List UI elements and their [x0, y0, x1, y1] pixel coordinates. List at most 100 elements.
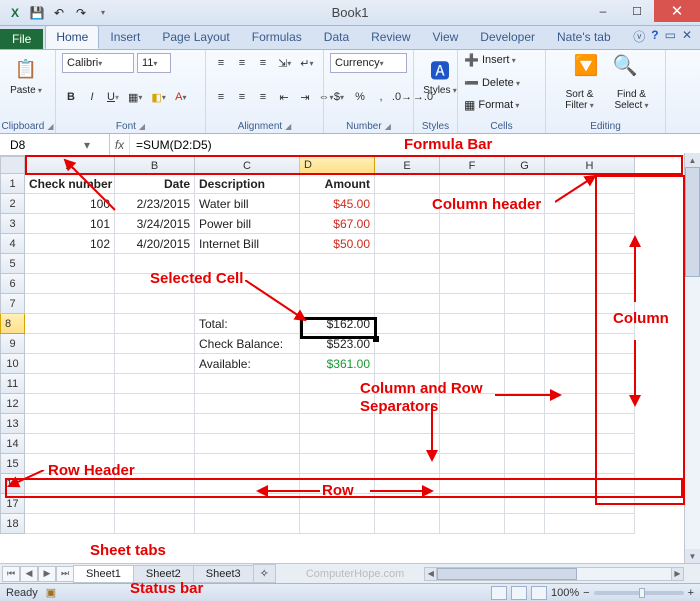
border-button[interactable]: ▦: [125, 87, 145, 107]
cell[interactable]: [505, 354, 545, 374]
cell[interactable]: [115, 274, 195, 294]
align-bottom-icon[interactable]: ≡: [254, 53, 272, 73]
cell[interactable]: [505, 334, 545, 354]
col-header-e[interactable]: E: [375, 156, 440, 174]
bold-button[interactable]: B: [62, 87, 80, 107]
cell[interactable]: $162.00: [300, 314, 375, 334]
cell[interactable]: [545, 494, 635, 514]
cell[interactable]: [195, 374, 300, 394]
cell[interactable]: [505, 174, 545, 194]
close-button[interactable]: [654, 0, 700, 22]
scroll-right-icon[interactable]: ▶: [671, 568, 683, 580]
cell[interactable]: [505, 234, 545, 254]
cell[interactable]: [25, 454, 115, 474]
cell[interactable]: [115, 454, 195, 474]
sheet-nav-last-icon[interactable]: ⏭: [56, 566, 74, 582]
col-header-h[interactable]: H: [545, 156, 635, 174]
percent-icon[interactable]: %: [351, 87, 369, 107]
zoom-out-icon[interactable]: −: [583, 587, 589, 599]
cell[interactable]: [115, 494, 195, 514]
comma-icon[interactable]: ,: [372, 87, 390, 107]
col-header-g[interactable]: G: [505, 156, 545, 174]
cell[interactable]: [505, 274, 545, 294]
fx-icon[interactable]: fx: [110, 134, 130, 155]
cell[interactable]: [375, 294, 440, 314]
row-header-14[interactable]: 14: [0, 434, 25, 454]
select-all-corner[interactable]: [0, 156, 25, 174]
cell[interactable]: [440, 474, 505, 494]
zoom-in-icon[interactable]: +: [688, 587, 694, 599]
sheet-tab-1[interactable]: Sheet1: [73, 565, 134, 583]
cell[interactable]: $361.00: [300, 354, 375, 374]
tab-data[interactable]: Data: [313, 25, 360, 49]
delete-cells-button[interactable]: Delete: [482, 77, 520, 89]
cell[interactable]: [545, 314, 635, 334]
row-header-6[interactable]: 6: [0, 274, 25, 294]
redo-icon[interactable]: ↷: [72, 4, 90, 22]
cell[interactable]: [505, 314, 545, 334]
cell[interactable]: $67.00: [300, 214, 375, 234]
cell[interactable]: [440, 454, 505, 474]
cell[interactable]: [375, 454, 440, 474]
cell[interactable]: [115, 314, 195, 334]
cell[interactable]: [440, 234, 505, 254]
save-icon[interactable]: 💾: [28, 4, 46, 22]
tab-developer[interactable]: Developer: [469, 25, 546, 49]
cell[interactable]: [505, 294, 545, 314]
cell[interactable]: [115, 254, 195, 274]
cell[interactable]: Power bill: [195, 214, 300, 234]
ribbon-restore-icon[interactable]: ▭: [665, 28, 676, 45]
cell[interactable]: Water bill: [195, 194, 300, 214]
view-layout-icon[interactable]: [511, 586, 527, 600]
cell[interactable]: [505, 494, 545, 514]
row-header-13[interactable]: 13: [0, 414, 25, 434]
font-name-select[interactable]: Calibri: [62, 53, 134, 73]
sort-filter-button[interactable]: Sort & Filter: [556, 89, 604, 111]
maximize-button[interactable]: [620, 0, 654, 22]
cell[interactable]: [545, 194, 635, 214]
fill-color-button[interactable]: ◧: [148, 87, 168, 107]
cell[interactable]: [440, 494, 505, 514]
cell[interactable]: [300, 374, 375, 394]
minimize-button[interactable]: [586, 0, 620, 22]
cell[interactable]: [25, 294, 115, 314]
increase-decimal-icon[interactable]: .0→: [393, 87, 411, 107]
cell[interactable]: 100: [25, 194, 115, 214]
cell[interactable]: [195, 254, 300, 274]
cell[interactable]: [195, 294, 300, 314]
align-middle-icon[interactable]: ≡: [233, 53, 251, 73]
minimize-ribbon-icon[interactable]: ⓥ: [633, 28, 645, 45]
tab-review[interactable]: Review: [360, 25, 421, 49]
ribbon-close-icon[interactable]: ✕: [682, 28, 692, 45]
cell[interactable]: 102: [25, 234, 115, 254]
cell[interactable]: [25, 494, 115, 514]
cell[interactable]: [440, 294, 505, 314]
increase-indent-icon[interactable]: ⇥: [296, 87, 314, 107]
cell[interactable]: 2/23/2015: [115, 194, 195, 214]
cell[interactable]: [440, 414, 505, 434]
underline-button[interactable]: U▾: [104, 87, 122, 107]
number-format-select[interactable]: Currency: [330, 53, 407, 73]
row-header-4[interactable]: 4: [0, 234, 25, 254]
cell[interactable]: 101: [25, 214, 115, 234]
cell[interactable]: [440, 334, 505, 354]
cell[interactable]: [300, 414, 375, 434]
cell[interactable]: [115, 294, 195, 314]
cell[interactable]: [440, 514, 505, 534]
align-left-icon[interactable]: ≡: [212, 87, 230, 107]
insert-cells-button[interactable]: Insert: [482, 54, 516, 66]
cell[interactable]: $523.00: [300, 334, 375, 354]
name-box[interactable]: ▾: [0, 134, 110, 155]
cell[interactable]: [440, 434, 505, 454]
cell[interactable]: [25, 394, 115, 414]
cell[interactable]: [440, 374, 505, 394]
cell[interactable]: [545, 474, 635, 494]
row-header-12[interactable]: 12: [0, 394, 25, 414]
cell[interactable]: [545, 374, 635, 394]
cell[interactable]: [115, 434, 195, 454]
cell[interactable]: [375, 254, 440, 274]
cell[interactable]: [25, 274, 115, 294]
cell[interactable]: Amount: [300, 174, 375, 194]
cell[interactable]: [545, 214, 635, 234]
cell[interactable]: [505, 374, 545, 394]
